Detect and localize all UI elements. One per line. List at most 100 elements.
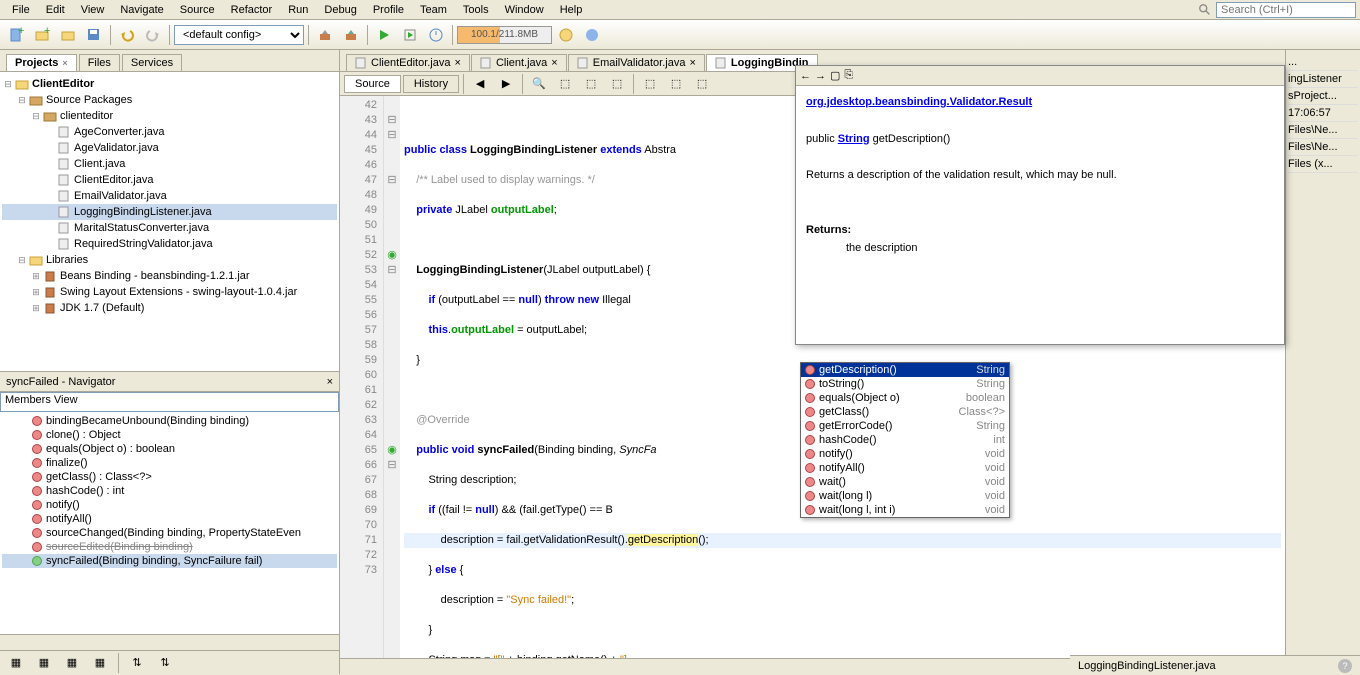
menu-window[interactable]: Window — [497, 2, 552, 18]
ed-tool-button[interactable]: ⬚ — [638, 72, 662, 96]
tree-package[interactable]: ⊟clienteditor — [2, 108, 337, 124]
menu-help[interactable]: Help — [552, 2, 591, 18]
tree-file[interactable]: RequiredStringValidator.java — [2, 236, 337, 252]
editor-tab[interactable]: Client.java× — [471, 54, 567, 71]
subtab-source[interactable]: Source — [344, 75, 401, 93]
tree-project-root[interactable]: ⊟ClientEditor — [2, 76, 337, 92]
tree-libraries[interactable]: ⊟Libraries — [2, 252, 337, 268]
search-input[interactable] — [1216, 2, 1356, 18]
ed-tool-button[interactable]: ⬚ — [579, 72, 603, 96]
open-button[interactable] — [56, 23, 80, 47]
clean-build-button[interactable] — [339, 23, 363, 47]
menu-tools[interactable]: Tools — [455, 2, 497, 18]
nav-item[interactable]: equals(Object o) : boolean — [2, 442, 337, 456]
nav-item[interactable]: sourceChanged(Binding binding, PropertyS… — [2, 526, 337, 540]
save-all-button[interactable] — [82, 23, 106, 47]
menu-debug[interactable]: Debug — [316, 2, 364, 18]
window-icon[interactable]: ▢ — [830, 69, 840, 82]
right-row[interactable]: Files (x... — [1288, 156, 1358, 173]
tree-file[interactable]: LoggingBindingListener.java — [2, 204, 337, 220]
tree-file[interactable]: AgeConverter.java — [2, 124, 337, 140]
tree-file[interactable]: EmailValidator.java — [2, 188, 337, 204]
ed-tool-button[interactable]: ⬚ — [605, 72, 629, 96]
ed-tool-button[interactable]: ⬚ — [553, 72, 577, 96]
project-tree[interactable]: ⊟ClientEditor ⊟Source Packages ⊟cliented… — [0, 72, 339, 372]
help-icon[interactable]: ? — [1338, 659, 1352, 673]
navigator-list[interactable]: bindingBecameUnbound(Binding binding) cl… — [0, 412, 339, 634]
menu-view[interactable]: View — [73, 2, 113, 18]
nav-item[interactable]: notifyAll() — [2, 512, 337, 526]
menu-team[interactable]: Team — [412, 2, 455, 18]
debug-button[interactable] — [398, 23, 422, 47]
tree-file[interactable]: Client.java — [2, 156, 337, 172]
tree-jar[interactable]: ⊞Swing Layout Extensions - swing-layout-… — [2, 284, 337, 300]
completion-item[interactable]: notifyAll()void — [801, 461, 1009, 475]
browser-icon[interactable]: ⎘ — [844, 69, 853, 82]
heap-indicator[interactable]: 100.1/211.8MB — [457, 26, 552, 44]
javadoc-class-link[interactable]: org.jdesktop.beansbinding.Validator.Resu… — [806, 96, 1032, 108]
gc-button[interactable] — [554, 23, 578, 47]
nav-sort-button[interactable]: ⇅ — [125, 651, 149, 675]
run-button[interactable] — [372, 23, 396, 47]
tree-file[interactable]: ClientEditor.java — [2, 172, 337, 188]
new-file-button[interactable]: + — [4, 23, 28, 47]
javadoc-type-link[interactable]: String — [838, 133, 870, 145]
editor-tab[interactable]: ClientEditor.java× — [346, 54, 470, 71]
ed-tool-button[interactable]: ⬚ — [664, 72, 688, 96]
right-row[interactable]: Files\Ne... — [1288, 139, 1358, 156]
tree-file[interactable]: MaritalStatusConverter.java — [2, 220, 337, 236]
nav-filter-button[interactable]: ▦ — [32, 651, 56, 675]
nav-item[interactable]: getClass() : Class<?> — [2, 470, 337, 484]
ed-tool-button[interactable]: ⬚ — [690, 72, 714, 96]
completion-item[interactable]: notify()void — [801, 447, 1009, 461]
ed-nav-button[interactable]: ▶ — [494, 72, 518, 96]
completion-item[interactable]: toString()String — [801, 377, 1009, 391]
right-row[interactable]: Files\Ne... — [1288, 122, 1358, 139]
right-row[interactable]: 17:06:57 — [1288, 105, 1358, 122]
nav-filter-button[interactable]: ▦ — [88, 651, 112, 675]
close-icon[interactable]: × — [689, 57, 695, 69]
forward-icon[interactable]: → — [815, 70, 826, 82]
subtab-history[interactable]: History — [403, 75, 459, 93]
nav-sort-button[interactable]: ⇅ — [153, 651, 177, 675]
tree-jdk[interactable]: ⊞JDK 1.7 (Default) — [2, 300, 337, 316]
menu-profile[interactable]: Profile — [365, 2, 412, 18]
completion-item[interactable]: wait(long l)void — [801, 489, 1009, 503]
nav-item[interactable]: notify() — [2, 498, 337, 512]
menu-run[interactable]: Run — [280, 2, 316, 18]
right-row[interactable]: ingListener — [1288, 71, 1358, 88]
back-icon[interactable]: ← — [800, 70, 811, 82]
nav-filter-button[interactable]: ▦ — [60, 651, 84, 675]
close-icon[interactable]: × — [551, 57, 557, 69]
line-gutter[interactable]: 4243444546474849505152535455565758596061… — [340, 96, 384, 658]
menu-source[interactable]: Source — [172, 2, 223, 18]
redo-button[interactable] — [141, 23, 165, 47]
undo-button[interactable] — [115, 23, 139, 47]
completion-item[interactable]: getErrorCode()String — [801, 419, 1009, 433]
config-select[interactable]: <default config> — [174, 25, 304, 45]
completion-item[interactable]: equals(Object o)boolean — [801, 391, 1009, 405]
tree-jar[interactable]: ⊞Beans Binding - beansbinding-1.2.1.jar — [2, 268, 337, 284]
menu-file[interactable]: File — [4, 2, 38, 18]
nav-item[interactable]: syncFailed(Binding binding, SyncFailure … — [2, 554, 337, 568]
completion-item[interactable]: hashCode()int — [801, 433, 1009, 447]
ed-find-button[interactable]: 🔍 — [527, 72, 551, 96]
completion-item[interactable]: getClass()Class<?> — [801, 405, 1009, 419]
nav-item[interactable]: clone() : Object — [2, 428, 337, 442]
menu-refactor[interactable]: Refactor — [223, 2, 281, 18]
nav-scrollbar[interactable] — [0, 634, 339, 650]
new-project-button[interactable]: + — [30, 23, 54, 47]
ed-nav-button[interactable]: ◀ — [468, 72, 492, 96]
editor-tab[interactable]: EmailValidator.java× — [568, 54, 705, 71]
tab-projects[interactable]: Projects× — [6, 54, 77, 71]
build-button[interactable] — [313, 23, 337, 47]
completion-item[interactable]: wait(long l, int i)void — [801, 503, 1009, 517]
close-icon[interactable]: × — [327, 376, 333, 388]
profile-button[interactable] — [424, 23, 448, 47]
tree-file[interactable]: AgeValidator.java — [2, 140, 337, 156]
completion-popup[interactable]: getDescription()String toString()String … — [800, 362, 1010, 518]
navigator-view-select[interactable]: Members View — [0, 392, 339, 412]
menu-navigate[interactable]: Navigate — [112, 2, 171, 18]
tab-files[interactable]: Files — [79, 54, 120, 71]
right-row[interactable]: sProject... — [1288, 88, 1358, 105]
